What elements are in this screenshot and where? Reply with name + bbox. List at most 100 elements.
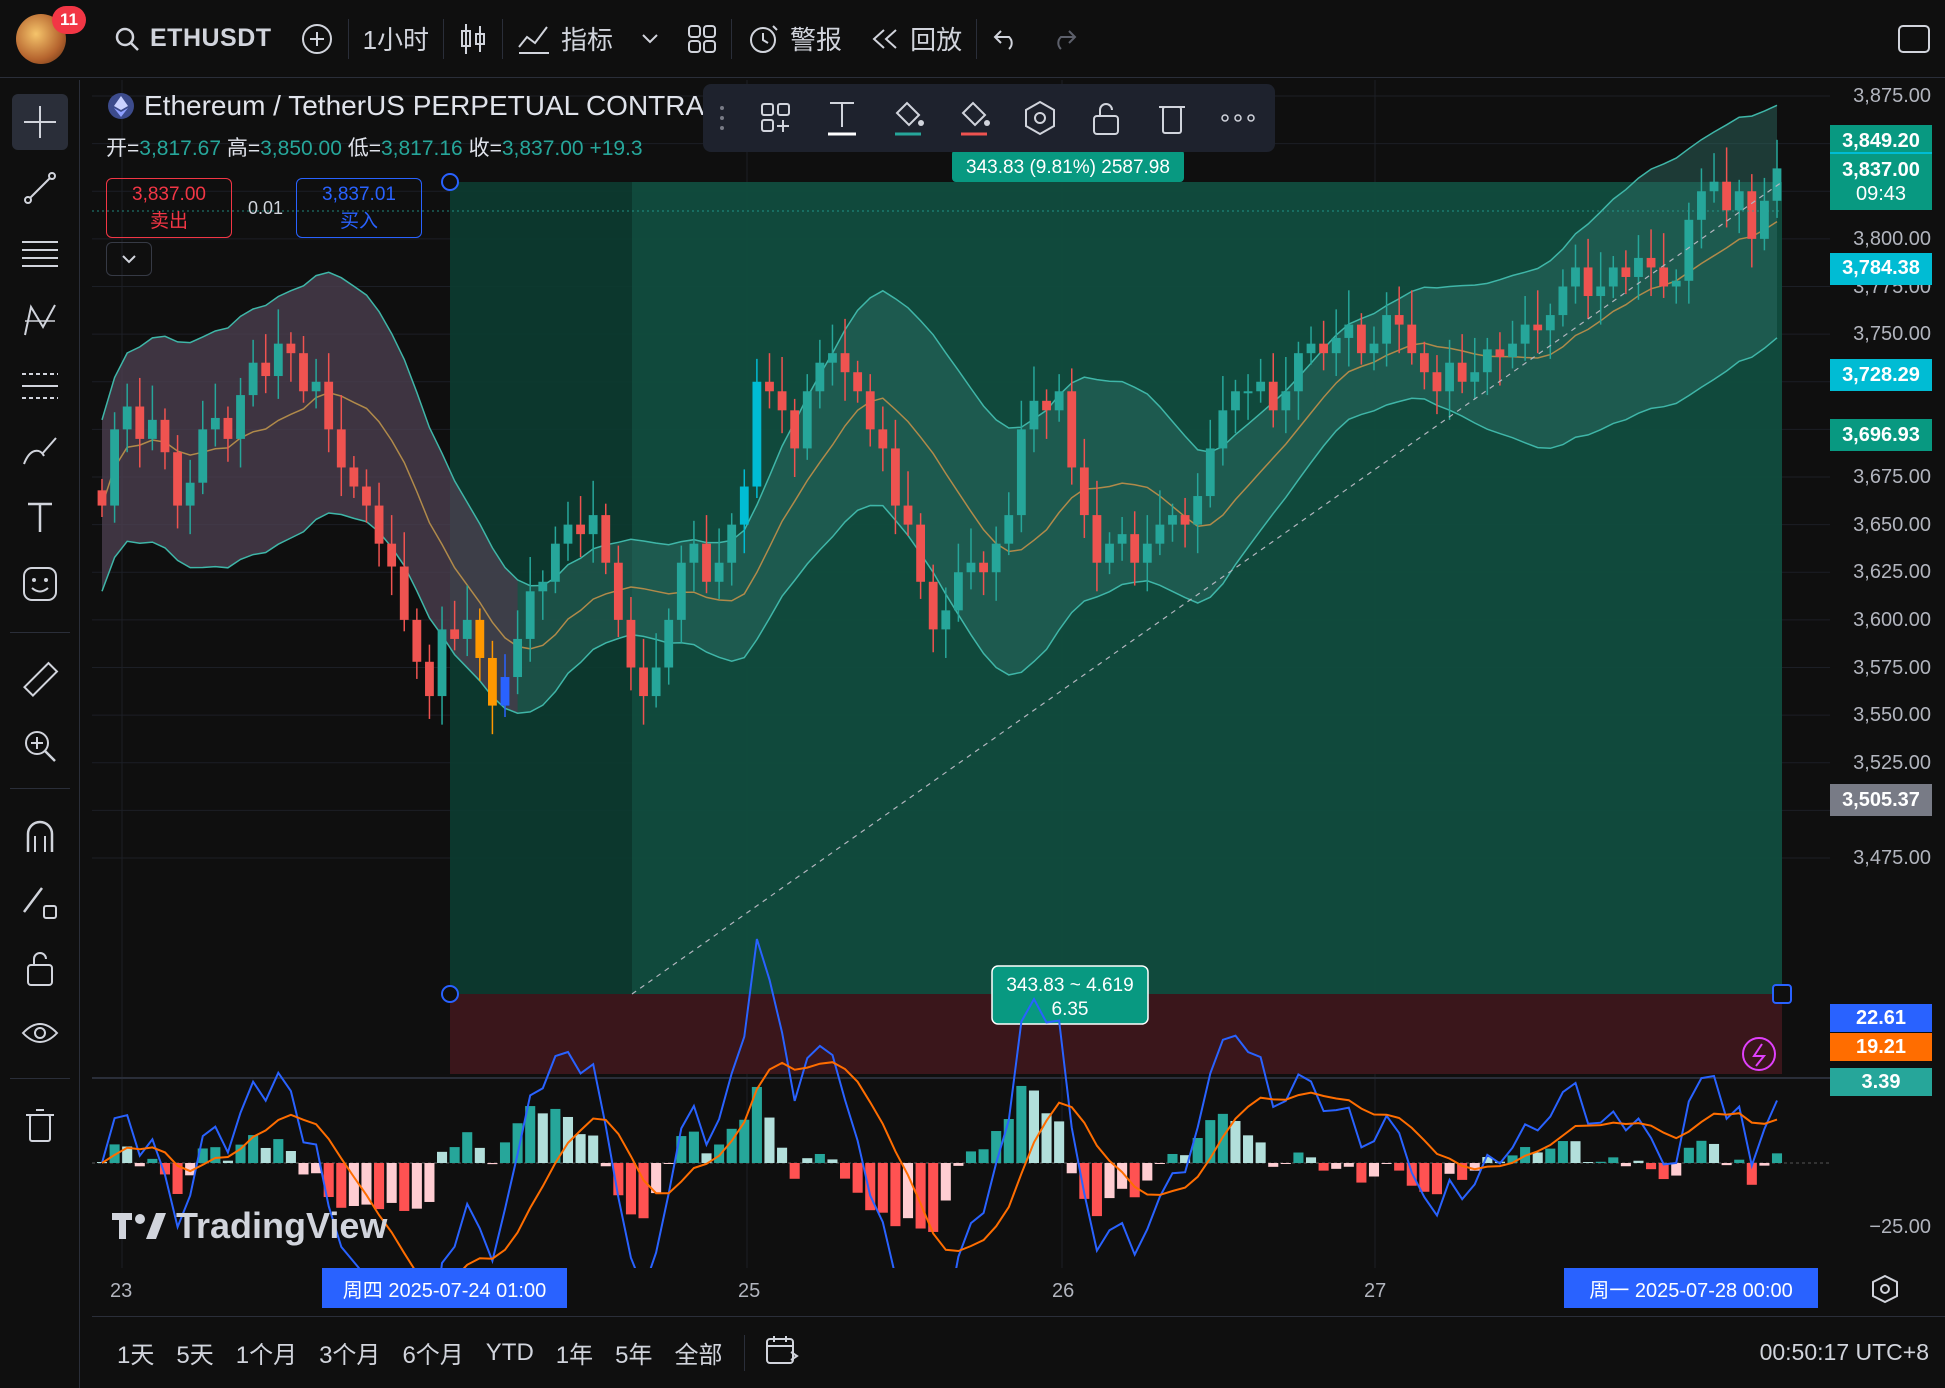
replay-button[interactable]: 回放 bbox=[856, 0, 976, 78]
compare-button[interactable] bbox=[286, 0, 348, 78]
goto-date-button[interactable] bbox=[755, 1334, 809, 1371]
position-handle-bottom-right[interactable] bbox=[1772, 984, 1792, 1004]
candle-body bbox=[1218, 410, 1228, 449]
macd-bar bbox=[424, 1163, 435, 1202]
time-axis[interactable]: 23 周四 2025-07-24 01:00 25 26 27 周一 2025-… bbox=[92, 1268, 1898, 1314]
macd-bar bbox=[1633, 1160, 1644, 1163]
macd-bar bbox=[714, 1144, 725, 1163]
lock-all-tool[interactable] bbox=[12, 940, 68, 996]
buy-button[interactable]: 3,837.01 买入 bbox=[296, 178, 422, 238]
candle-body bbox=[1079, 467, 1089, 516]
candle-body bbox=[1180, 515, 1190, 525]
macd-bar bbox=[1129, 1163, 1140, 1198]
fib-tool[interactable] bbox=[12, 226, 68, 282]
range-1y[interactable]: 1年 bbox=[545, 1335, 604, 1370]
macd-bar bbox=[877, 1163, 888, 1213]
undo-button[interactable] bbox=[977, 0, 1035, 78]
axis-settings-button[interactable] bbox=[1870, 1274, 1900, 1309]
zoom-tool[interactable] bbox=[12, 718, 68, 774]
redo-button[interactable] bbox=[1035, 0, 1093, 78]
macd-bar bbox=[1167, 1153, 1178, 1163]
text-tool[interactable] bbox=[12, 490, 68, 546]
range-6m[interactable]: 6个月 bbox=[391, 1335, 474, 1370]
indicators-dropdown[interactable] bbox=[627, 0, 673, 78]
price-chart[interactable]: 343.83 (9.81%) 2587.98 343.83 ~ 4.619 6.… bbox=[92, 80, 1832, 1270]
sticker-tool[interactable] bbox=[12, 556, 68, 612]
interval-button[interactable]: 1小时 bbox=[349, 0, 443, 78]
price-tick-label: 3,625.00 bbox=[1853, 561, 1931, 584]
delete-tool[interactable] bbox=[12, 1098, 68, 1154]
clock[interactable]: 00:50:17 UTC+8 bbox=[1760, 1339, 1929, 1366]
macd-bar bbox=[487, 1163, 498, 1165]
low-value: 3,817.16 bbox=[380, 137, 463, 160]
template-button[interactable] bbox=[755, 97, 797, 139]
text-style-button[interactable] bbox=[821, 97, 863, 139]
macd-bar bbox=[462, 1132, 473, 1163]
macd-bar bbox=[222, 1160, 233, 1163]
alert-button[interactable]: 警报 bbox=[732, 0, 856, 78]
calendar-goto-icon bbox=[765, 1336, 799, 1364]
candle-body bbox=[588, 515, 598, 535]
crosshair-tool[interactable] bbox=[12, 94, 68, 150]
lock-drawing-tool[interactable] bbox=[12, 874, 68, 930]
symbol-title[interactable]: Ethereum / TetherUS PERPETUAL CONTRACT bbox=[106, 90, 742, 122]
candle-body bbox=[500, 677, 510, 706]
macd-bar bbox=[625, 1163, 636, 1215]
measure-tool[interactable] bbox=[12, 652, 68, 708]
range-5d[interactable]: 5天 bbox=[165, 1335, 224, 1370]
settings-button[interactable] bbox=[1019, 97, 1061, 139]
macd-bar bbox=[1091, 1163, 1102, 1217]
symbol-search[interactable]: ETHUSDT bbox=[100, 0, 286, 78]
position-top-label: 343.83 (9.81%) 2587.98 bbox=[966, 157, 1170, 178]
macd-bar bbox=[978, 1149, 989, 1163]
drag-handle[interactable] bbox=[717, 97, 731, 139]
pattern-icon bbox=[24, 304, 56, 336]
candle-body bbox=[1747, 191, 1757, 239]
buy-label: 买入 bbox=[339, 210, 378, 232]
indicators-button[interactable]: 指标 bbox=[503, 0, 627, 78]
range-1m[interactable]: 1个月 bbox=[225, 1335, 308, 1370]
candle-body bbox=[1646, 257, 1656, 268]
range-all[interactable]: 全部 bbox=[664, 1335, 734, 1370]
price-tick-label: 3,675.00 bbox=[1853, 466, 1931, 488]
fullscreen-button[interactable] bbox=[1883, 0, 1945, 78]
hide-tool[interactable] bbox=[12, 1006, 68, 1062]
price-axis[interactable]: 3,875.00 3,800.00 3,775.00 3,750.00 3,675.00… bbox=[1830, 80, 1945, 1280]
forecast-tool[interactable] bbox=[12, 358, 68, 414]
range-3m[interactable]: 3个月 bbox=[308, 1335, 391, 1370]
layouts-button[interactable] bbox=[673, 0, 731, 78]
macd-bar bbox=[1570, 1141, 1581, 1163]
lock-button[interactable] bbox=[1085, 97, 1127, 139]
brush-tool[interactable] bbox=[12, 424, 68, 480]
range-1d[interactable]: 1天 bbox=[106, 1335, 165, 1370]
position-handle-top-left[interactable] bbox=[441, 173, 459, 191]
candle-body bbox=[651, 667, 661, 697]
candle-body bbox=[1256, 381, 1266, 392]
trash-icon bbox=[26, 1109, 54, 1142]
candle-body bbox=[853, 372, 863, 392]
trendline-tool[interactable] bbox=[12, 160, 68, 216]
candle-body bbox=[928, 581, 938, 630]
range-5y[interactable]: 5年 bbox=[604, 1335, 663, 1370]
candle-body bbox=[1281, 391, 1291, 411]
stop-color-button[interactable] bbox=[953, 97, 995, 139]
candle-body bbox=[1520, 324, 1530, 344]
chart-type-button[interactable] bbox=[444, 0, 502, 78]
candle-body bbox=[752, 381, 762, 487]
brush-icon bbox=[23, 437, 57, 465]
remove-drawing-button[interactable] bbox=[1151, 97, 1193, 139]
candles-icon bbox=[461, 23, 486, 54]
template-icon bbox=[761, 103, 790, 132]
range-ytd[interactable]: YTD bbox=[475, 1339, 545, 1367]
pattern-tool[interactable] bbox=[12, 292, 68, 348]
macd-tick-label: −25.00 bbox=[1869, 1216, 1931, 1238]
avatar[interactable]: 11 bbox=[16, 5, 86, 64]
magnet-tool[interactable] bbox=[12, 808, 68, 864]
legend-collapse-button[interactable] bbox=[106, 242, 152, 276]
sell-button[interactable]: 3,837.00 卖出 bbox=[106, 178, 232, 238]
macd-bar bbox=[902, 1163, 914, 1219]
more-button[interactable] bbox=[1217, 97, 1259, 139]
fill-color-button[interactable] bbox=[887, 97, 929, 139]
position-handle-bottom-left[interactable] bbox=[441, 985, 459, 1003]
price-tick-label: 3,650.00 bbox=[1853, 513, 1931, 536]
